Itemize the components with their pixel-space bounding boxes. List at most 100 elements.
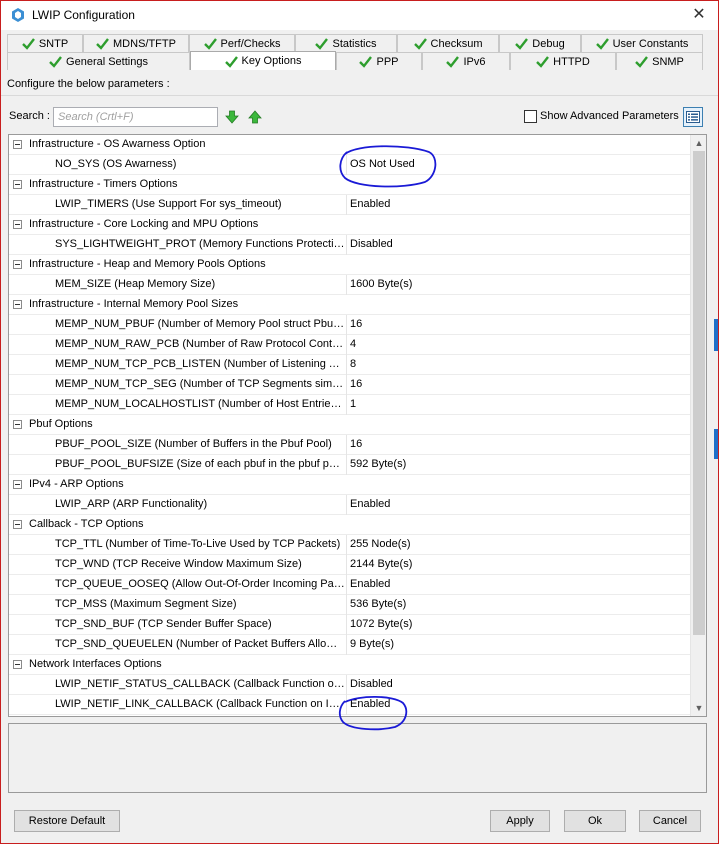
tab-debug[interactable]: Debug [499,34,581,52]
group-header[interactable]: Infrastructure - Internal Memory Pool Si… [9,295,691,315]
tab-snmp[interactable]: SNMP [616,52,703,70]
group-header[interactable]: Infrastructure - OS Awarness Option [9,135,691,155]
group-header[interactable]: Infrastructure - Core Locking and MPU Op… [9,215,691,235]
parameter-name: TCP_QUEUE_OOSEQ (Allow Out-Of-Order Inco… [55,578,345,590]
collapse-icon[interactable] [13,420,22,429]
parameter-value[interactable]: Enabled [350,698,390,710]
parameter-row[interactable]: TCP_MSS (Maximum Segment Size) 536 Byte(s… [9,595,691,615]
parameter-value[interactable]: Enabled [350,498,390,510]
parameter-row[interactable]: LWIP_NETIF_STATUS_CALLBACK (Callback Fun… [9,675,691,695]
parameter-value[interactable]: 16 [350,378,362,390]
parameter-row[interactable]: TCP_SND_BUF (TCP Sender Buffer Space) 107… [9,615,691,635]
collapse-icon[interactable] [13,260,22,269]
parameter-row[interactable]: TCP_SND_QUEUELEN (Number of Packet Buffe… [9,635,691,655]
collapse-icon[interactable] [13,140,22,149]
parameter-row[interactable]: LWIP_NETIF_LINK_CALLBACK (Callback Funct… [9,695,691,715]
search-input[interactable] [53,107,218,127]
parameter-value[interactable]: 1 [350,398,356,410]
advanced-params-label: Show Advanced Parameters [540,110,679,122]
description-panel [8,723,707,793]
tab-ppp[interactable]: PPP [336,52,422,70]
scroll-thumb[interactable] [693,151,705,635]
collapse-icon[interactable] [13,520,22,529]
tab-label: PPP [376,55,399,68]
parameter-value[interactable]: 592 Byte(s) [350,458,406,470]
group-label: Network Interfaces Options [29,658,162,670]
tab-ipv6[interactable]: IPv6 [422,52,510,70]
tab-sntp[interactable]: SNTP [7,34,83,52]
group-label: Infrastructure - Internal Memory Pool Si… [29,298,239,310]
collapse-icon[interactable] [13,660,22,669]
cancel-button[interactable]: Cancel [639,810,701,832]
parameter-row[interactable]: PBUF_POOL_BUFSIZE (Size of each pbuf in … [9,455,691,475]
vertical-scrollbar[interactable]: ▲ ▼ [690,135,706,716]
collapse-icon[interactable] [13,180,22,189]
scroll-up-icon[interactable]: ▲ [691,135,706,151]
parameter-row[interactable]: LWIP_TIMERS (Use Support For sys_timeout… [9,195,691,215]
column-divider [346,275,347,295]
tab-statistics[interactable]: Statistics [295,34,397,52]
group-header[interactable]: Pbuf Options [9,415,691,435]
list-view-icon[interactable] [683,107,703,127]
parameter-row[interactable]: SYS_LIGHTWEIGHT_PROT (Memory Functions P… [9,235,691,255]
tab-user-constants[interactable]: User Constants [581,34,703,52]
collapse-icon[interactable] [13,480,22,489]
parameter-row[interactable]: MEMP_NUM_PBUF (Number of Memory Pool str… [9,315,691,335]
parameter-row[interactable]: PBUF_POOL_SIZE (Number of Buffers in the… [9,435,691,455]
parameter-value[interactable]: 255 Node(s) [350,538,411,550]
parameter-value[interactable]: Enabled [350,198,390,210]
parameter-row[interactable]: MEM_SIZE (Heap Memory Size) 1600 Byte(s) [9,275,691,295]
ok-button[interactable]: Ok [564,810,626,832]
parameter-name: MEMP_NUM_TCP_PCB_LISTEN (Number of Liste… [55,358,345,370]
check-icon [96,38,109,50]
restore-default-button[interactable]: Restore Default [14,810,120,832]
parameter-value[interactable]: OS Not Used [350,158,415,170]
tab-general-settings[interactable]: General Settings [7,52,190,70]
parameter-value[interactable]: Disabled [350,238,393,250]
collapse-icon[interactable] [13,300,22,309]
parameter-row[interactable]: NO_SYS (OS Awarness) OS Not Used [9,155,691,175]
tab-key-options[interactable]: Key Options [190,51,336,70]
parameter-value[interactable]: Disabled [350,678,393,690]
parameter-name: TCP_WND (TCP Receive Window Maximum Size… [55,558,302,570]
parameter-row[interactable]: TCP_TTL (Number of Time-To-Live Used by … [9,535,691,555]
group-header[interactable]: Network Interfaces Options [9,655,691,675]
parameter-value[interactable]: 16 [350,438,362,450]
parameter-row[interactable]: MEMP_NUM_TCP_SEG (Number of TCP Segments… [9,375,691,395]
check-icon [595,38,609,50]
parameter-row[interactable]: MEMP_NUM_TCP_PCB_LISTEN (Number of Liste… [9,355,691,375]
group-header[interactable]: Infrastructure - Heap and Memory Pools O… [9,255,691,275]
close-icon[interactable]: ✕ [684,3,714,27]
tab-checksum[interactable]: Checksum [397,34,499,52]
parameter-value[interactable]: 2144 Byte(s) [350,558,412,570]
group-header[interactable]: IPv4 - ARP Options [9,475,691,495]
parameter-value[interactable]: 9 Byte(s) [350,638,394,650]
advanced-params-checkbox[interactable] [524,110,537,123]
parameter-value[interactable]: 8 [350,358,356,370]
arrow-up-icon[interactable] [248,110,262,124]
parameter-value[interactable]: 1600 Byte(s) [350,278,412,290]
column-divider [346,675,347,695]
parameter-value[interactable]: Enabled [350,578,390,590]
tab-httpd[interactable]: HTTPD [510,52,616,70]
parameter-value[interactable]: 4 [350,338,356,350]
parameter-row[interactable]: TCP_QUEUE_OOSEQ (Allow Out-Of-Order Inco… [9,575,691,595]
apply-button[interactable]: Apply [490,810,550,832]
scroll-down-icon[interactable]: ▼ [691,700,706,716]
collapse-icon[interactable] [13,220,22,229]
group-header[interactable]: Callback - TCP Options [9,515,691,535]
parameter-value[interactable]: 1072 Byte(s) [350,618,412,630]
parameter-value[interactable]: 16 [350,318,362,330]
parameter-value[interactable]: 536 Byte(s) [350,598,406,610]
tab-label: User Constants [612,37,689,50]
parameter-row[interactable]: MEMP_NUM_LOCALHOSTLIST (Number of Host E… [9,395,691,415]
parameter-row[interactable]: MEMP_NUM_RAW_PCB (Number of Raw Protocol… [9,335,691,355]
arrow-down-icon[interactable] [225,110,239,124]
tab-perf-checks[interactable]: Perf/Checks [189,34,295,52]
parameter-row[interactable]: LWIP_ARP (ARP Functionality) Enabled [9,495,691,515]
parameter-name: MEM_SIZE (Heap Memory Size) [55,278,216,290]
column-divider [346,595,347,615]
parameter-row[interactable]: TCP_WND (TCP Receive Window Maximum Size… [9,555,691,575]
group-header[interactable]: Infrastructure - Timers Options [9,175,691,195]
tab-mdns-tftp[interactable]: MDNS/TFTP [83,34,189,52]
